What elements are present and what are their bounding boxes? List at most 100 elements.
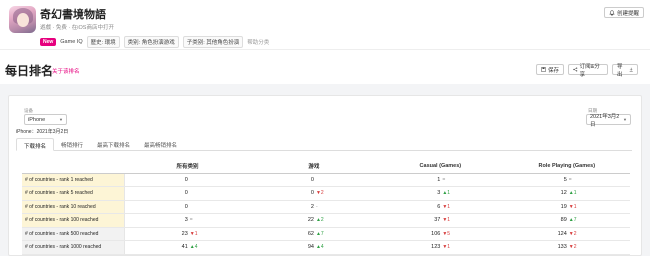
cell-value: 3 [437,190,441,197]
table-cell: 89 ▲7 [503,213,630,228]
cell-value: 124 [557,230,567,237]
app-header: 奇幻書境物語 遊戲 · 免费 · 在iOS商店中打开 New Game IQ 歴… [0,0,650,50]
device-select[interactable]: iPhone ▼ [24,114,67,125]
cell-change: ▲7 [315,230,324,237]
table-cell: 2- [250,200,378,214]
device-value: iPhone [28,116,46,123]
subscribe-share-button[interactable]: 订阅&分享 [568,64,608,78]
table-row: # of countries - rank 1000 reached 41 ▲4 94… [22,240,630,255]
cell-change: = [442,176,446,183]
cell-change: ▲7 [568,217,577,224]
cell-change: ▲4 [315,244,324,251]
date-value: 2021年3月2日 [590,113,620,128]
cell-value: 123 [431,244,441,251]
cell-change: ▼2 [568,230,577,237]
table-cell: 0 [124,186,251,201]
table-cell: 37 ▼1 [377,213,504,228]
table-row: # of countries - rank 5 reached 0 0 ▼2 3 ▲1 12… [22,186,630,201]
table-row: # of countries - rank 10 reached 0 2-6 ▼1 19… [22,200,630,214]
cell-value: 89 [560,217,567,224]
table-cell: 19 ▼1 [503,200,630,214]
row-label: # of countries - rank 100 reached [22,213,125,228]
cell-value: 133 [557,244,567,251]
tab-top-download-ranking[interactable]: 最高下载排名 [90,138,137,151]
table-body: # of countries - rank 1 reached 0 0 1 = 5 = # o… [22,173,630,255]
cell-change: ▼2 [315,190,324,197]
cell-value: 0 [184,176,188,183]
share-icon [573,67,578,72]
cell-change: ▼1 [442,203,451,210]
table-cell: 94 ▲4 [250,240,378,255]
table-cell: 123 ▼1 [377,240,504,255]
cell-value: 94 [307,244,314,251]
table-cell: 3 = [124,213,251,228]
cell-value: 19 [560,203,567,210]
tab-grossing-ranking[interactable]: 畅销排行 [54,138,90,151]
export-button[interactable]: 导出 [612,63,638,78]
cell-value: 22 [307,217,314,224]
column-header[interactable]: Role Playing (Games) [503,160,630,174]
table-cell: 6 ▼1 [377,200,504,214]
save-icon [541,67,546,72]
cell-value: 37 [434,217,441,224]
subcategory-tag[interactable]: 子类别: 其他角色扮演 [182,36,244,48]
cell-change: = [568,176,572,183]
date-info: iPhone：2021年3月2日 [16,129,69,135]
table-row: # of countries - rank 1 reached 0 0 1 = 5 = [22,173,630,187]
cell-change: ▲1 [442,190,451,197]
app-icon [9,6,36,33]
cell-value: 5 [563,176,567,183]
app-title: 奇幻書境物語 [40,9,106,21]
cell-value: 106 [431,230,441,237]
row-label: # of countries - rank 1 reached [22,173,125,187]
table-header-row: 所有类别 游戏 Casual (Games) Role Playing (Gam… [22,160,630,174]
page-title: 每日排名 [5,64,54,78]
cell-change: = [189,217,193,224]
table-row: # of countries - rank 100 reached 3 = 22 ▲2 3… [22,213,630,228]
tab-top-grossing-ranking[interactable]: 最高畅销排名 [137,138,184,151]
table-cell: 12 ▲1 [503,186,630,201]
table-header-corner [22,160,125,174]
date-picker[interactable]: 2021年3月2日 ▼ [586,113,631,128]
cell-change: ▼2 [568,244,577,251]
table-row: # of countries - rank 500 reached 23 ▼1 62 ▲… [22,227,630,241]
cell-value: 1 [437,176,441,183]
table-cell: 3 ▲1 [377,186,504,201]
table-cell: 124 ▼2 [503,227,630,241]
row-label: # of countries - rank 500 reached [22,227,125,241]
cell-change: ▼1 [568,203,577,210]
app-tags: New Game IQ 歴史: 環境 类别: 角色扮演游戏 子类别: 其他角色扮… [40,36,269,48]
cell-change: ▼1 [442,244,451,251]
tab-download-ranking[interactable]: 下载排名 [16,138,55,151]
about-ranking-link[interactable]: 关于该排名 [52,67,80,75]
save-label: 保存 [548,67,560,74]
save-button[interactable]: 保存 [536,64,564,75]
cell-value: 0 [310,190,314,197]
column-header[interactable]: Casual (Games) [377,160,504,174]
cell-value: 2 [310,203,314,210]
cell-change: ▼5 [442,230,451,237]
table-cell: 23 ▼1 [124,227,251,241]
bell-icon [609,9,615,16]
category-tag[interactable]: 类别: 角色扮演游戏 [123,36,179,48]
create-alert-button[interactable]: 创建提醒 [604,7,644,18]
column-header[interactable]: 所有类别 [124,160,251,174]
cell-value: 3 [184,217,188,224]
chevron-down-icon: ▼ [59,117,63,122]
column-header[interactable]: 游戏 [250,160,378,174]
new-badge: New [40,38,57,46]
table-cell: 133 ▼2 [503,240,630,255]
help-category-link[interactable]: 帮助分类 [247,38,269,46]
genre-tag[interactable]: 歴史: 環境 [86,36,120,48]
table-cell: 1 = [377,173,504,187]
download-icon [629,67,633,72]
cell-value: 62 [307,230,314,237]
gameiq-tag[interactable]: Game IQ [60,39,82,45]
cell-change: ▲4 [189,244,198,251]
cell-change: ▲1 [568,190,577,197]
table-cell: 62 ▲7 [250,227,378,241]
cell-change: ▼1 [442,217,451,224]
cell-value: 6 [437,203,441,210]
cell-change: - [315,203,318,210]
export-label: 导出 [617,63,623,78]
